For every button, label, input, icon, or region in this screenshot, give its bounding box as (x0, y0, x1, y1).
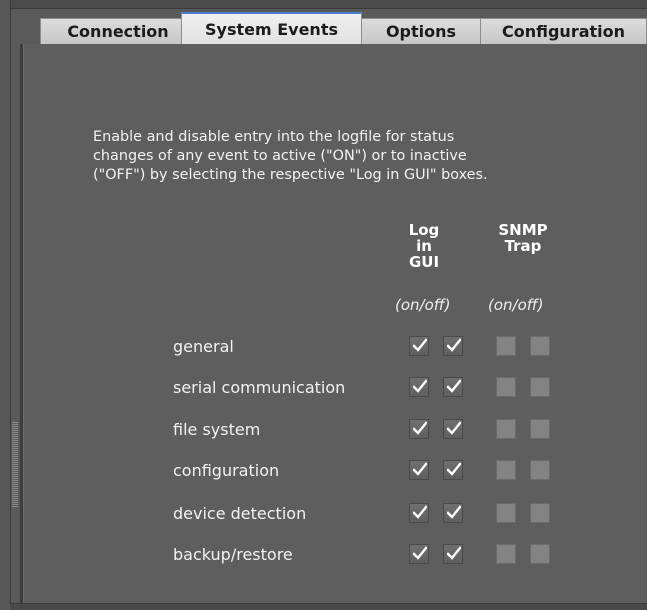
snmp-on-checkbox[interactable] (496, 460, 516, 480)
header-line: in (416, 237, 432, 255)
checkmark-icon (413, 421, 427, 435)
checkmark-icon (413, 338, 427, 352)
header-line: GUI (408, 253, 440, 271)
log-on-checkbox[interactable] (409, 419, 429, 439)
log-on-checkbox[interactable] (409, 336, 429, 356)
checkmark-icon (413, 379, 427, 393)
snmp-off-checkbox[interactable] (530, 544, 550, 564)
log-off-checkbox[interactable] (443, 503, 463, 523)
description-line: ("OFF") by selecting the respective "Log… (93, 167, 488, 183)
left-rail (0, 0, 11, 609)
event-label: general (173, 337, 234, 356)
log-off-checkbox[interactable] (443, 544, 463, 564)
snmp-on-checkbox[interactable] (496, 419, 516, 439)
snmp-on-checkbox[interactable] (496, 544, 516, 564)
tab-connection[interactable]: Connection (40, 18, 196, 44)
snmp-off-checkbox[interactable] (530, 377, 550, 397)
checkmark-icon (413, 505, 427, 519)
checkmark-icon (447, 379, 461, 393)
log-on-checkbox[interactable] (409, 544, 429, 564)
event-label: device detection (173, 504, 307, 523)
log-off-checkbox[interactable] (443, 336, 463, 356)
window-top-border (0, 0, 647, 9)
tab-system-events[interactable]: System Events (181, 12, 362, 44)
checkmark-icon (447, 421, 461, 435)
snmp-on-checkbox[interactable] (496, 377, 516, 397)
checkmark-icon (447, 338, 461, 352)
checkmark-icon (447, 546, 461, 560)
event-label: file system (173, 420, 261, 439)
event-label: serial communication (173, 378, 346, 397)
snmp-on-checkbox[interactable] (496, 336, 516, 356)
snmp-off-checkbox[interactable] (530, 336, 550, 356)
snmp-trap-header: SNMP Trap (487, 222, 559, 254)
event-label: configuration (173, 461, 280, 480)
checkmark-icon (447, 505, 461, 519)
header-line: SNMP (498, 221, 548, 239)
tab-bar: Connection Options Configuration System … (24, 12, 647, 44)
description-line: Enable and disable entry into the logfil… (93, 129, 455, 145)
checkmark-icon (413, 462, 427, 476)
snmp-on-off-caption: (on/off) (488, 296, 544, 314)
description-text: Enable and disable entry into the logfil… (93, 128, 543, 185)
tab-configuration[interactable]: Configuration (480, 18, 647, 44)
header-line: Trap (504, 237, 542, 255)
log-on-checkbox[interactable] (409, 460, 429, 480)
snmp-off-checkbox[interactable] (530, 460, 550, 480)
log-off-checkbox[interactable] (443, 419, 463, 439)
log-on-off-caption: (on/off) (395, 296, 451, 314)
checkmark-icon (447, 462, 461, 476)
checkmark-icon (413, 546, 427, 560)
event-label: backup/restore (173, 545, 293, 564)
description-line: changes of any event to active ("ON") or… (93, 148, 467, 164)
tab-options[interactable]: Options (361, 18, 481, 44)
log-in-gui-header: Log in GUI (400, 222, 448, 270)
log-on-checkbox[interactable] (409, 377, 429, 397)
log-off-checkbox[interactable] (443, 460, 463, 480)
snmp-on-checkbox[interactable] (496, 503, 516, 523)
snmp-off-checkbox[interactable] (530, 419, 550, 439)
splitter-grip[interactable] (12, 422, 18, 508)
log-on-checkbox[interactable] (409, 503, 429, 523)
log-off-checkbox[interactable] (443, 377, 463, 397)
header-line: Log (408, 221, 440, 239)
snmp-off-checkbox[interactable] (530, 503, 550, 523)
